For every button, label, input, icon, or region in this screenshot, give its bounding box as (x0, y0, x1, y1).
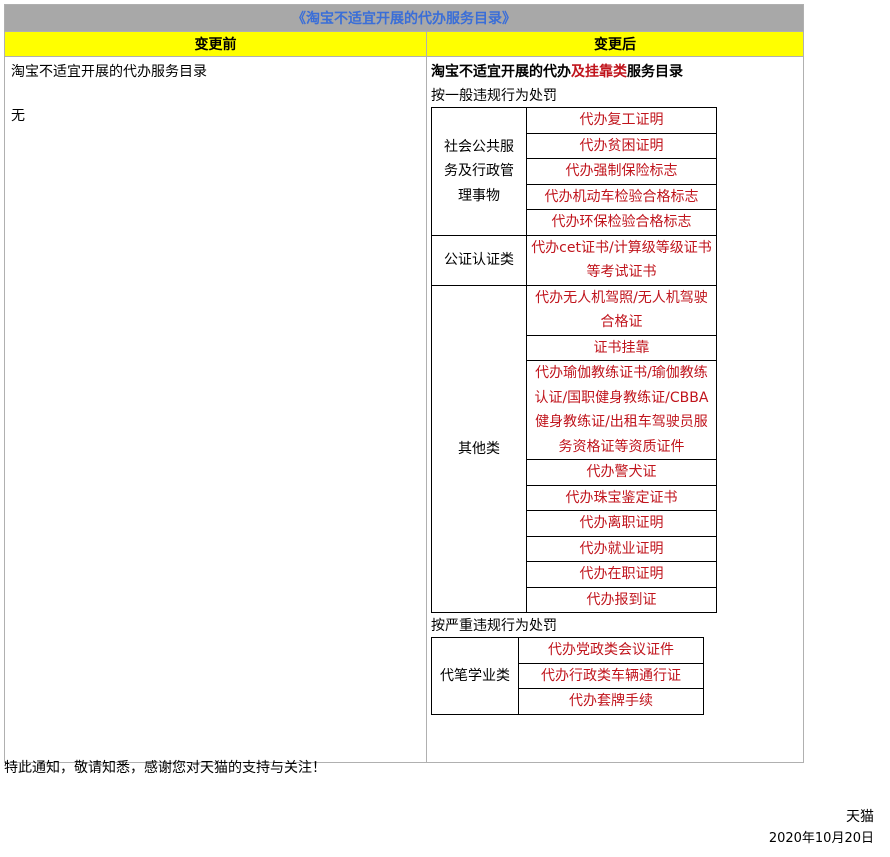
title-row: 《淘宝不适宜开展的代办服务目录》 (4, 4, 804, 32)
header-row: 变更前 变更后 (4, 31, 805, 57)
notice-table: 《淘宝不适宜开展的代办服务目录》 变更前 变更后 淘宝不适宜开展的代办服务目录 … (4, 4, 805, 763)
before-cell: 淘宝不适宜开展的代办服务目录 无 (4, 56, 427, 763)
list-item: 代办行政类车辆通行证 (517, 662, 704, 689)
section-severe-label: 按严重违规行为处罚 (430, 618, 557, 634)
list-item: 代办瑜伽教练证书/瑜伽教练认证/国职健身教练证/CBBA健身教练证/出租车驾驶员… (525, 360, 717, 460)
list-item: 代办党政类会议证件 (517, 637, 704, 664)
list-item: 代办机动车检验合格标志 (525, 183, 717, 210)
before-value: 无 (11, 108, 25, 124)
after-title-part2: 服务目录 (626, 64, 683, 80)
list-item: 代办就业证明 (525, 535, 717, 562)
list-item: 代办环保检验合格标志 (525, 209, 717, 236)
signature-block: 天猫 2020年10月20日 (769, 806, 874, 850)
list-item: 代办套牌手续 (517, 688, 704, 715)
list-item: 代办强制保险标志 (525, 158, 717, 185)
list-item: 代办在职证明 (525, 561, 717, 588)
date: 2020年10月20日 (768, 831, 874, 846)
after-title: 淘宝不适宜开展的代办及挂靠类服务目录 (431, 61, 799, 83)
table-row: 其他类 代办无人机驾照/无人机驾驶合格证 (430, 284, 717, 613)
list-item: 代办贫困证明 (525, 132, 717, 159)
header-before: 变更前 (4, 31, 427, 57)
table-row: 代笔学业类 代办党政类会议证件 (430, 637, 704, 715)
list-item: 代办无人机驾照/无人机驾驶合格证 (525, 284, 717, 336)
list-item: 代办报到证 (525, 586, 717, 613)
category-academic: 代笔学业类 (430, 637, 519, 715)
after-title-part1: 淘宝不适宜开展的代办 (430, 64, 571, 80)
after-cell: 淘宝不适宜开展的代办及挂靠类服务目录 按一般违规行为处罚 社会公共服务及行政管理… (425, 56, 805, 763)
list-item: 证书挂靠 (525, 334, 717, 361)
category-other: 其他类 (430, 284, 527, 613)
doc-title: 《淘宝不适宜开展的代办服务目录》 (4, 4, 804, 32)
list-item: 代办复工证明 (525, 107, 717, 134)
after-title-highlight: 及挂靠类 (570, 64, 627, 80)
closing-notice: 特此通知，敬请知悉，感谢您对天猫的支持与关注！ (4, 760, 326, 776)
list-item: 代办珠宝鉴定证书 (525, 484, 717, 511)
before-title: 淘宝不适宜开展的代办服务目录 (11, 64, 207, 80)
header-after: 变更后 (425, 31, 805, 57)
table-row: 社会公共服务及行政管理事物 代办复工证明 (430, 107, 717, 236)
signature: 天猫 (846, 809, 874, 825)
severe-violation-table: 代笔学业类 代办党政类会议证件 代办行政类车辆通行证 代办套牌手续 (430, 637, 704, 715)
content-row: 淘宝不适宜开展的代办服务目录 无 淘宝不适宜开展的代办及挂靠类服务目录 按一般违… (4, 56, 805, 763)
list-item: 代办警犬证 (525, 459, 717, 486)
list-item: 代办cet证书/计算级等级证书等考试证书 (525, 234, 717, 286)
section-general-label: 按一般违规行为处罚 (430, 88, 557, 104)
general-violation-table: 社会公共服务及行政管理事物 代办复工证明 代办贫困证明 代办强制保险标志 代办机… (430, 107, 717, 613)
table-row: 公证认证类 代办cet证书/计算级等级证书等考试证书 (430, 234, 717, 286)
category-notary: 公证认证类 (430, 234, 527, 286)
category-public-service: 社会公共服务及行政管理事物 (430, 107, 527, 236)
list-item: 代办离职证明 (525, 510, 717, 537)
